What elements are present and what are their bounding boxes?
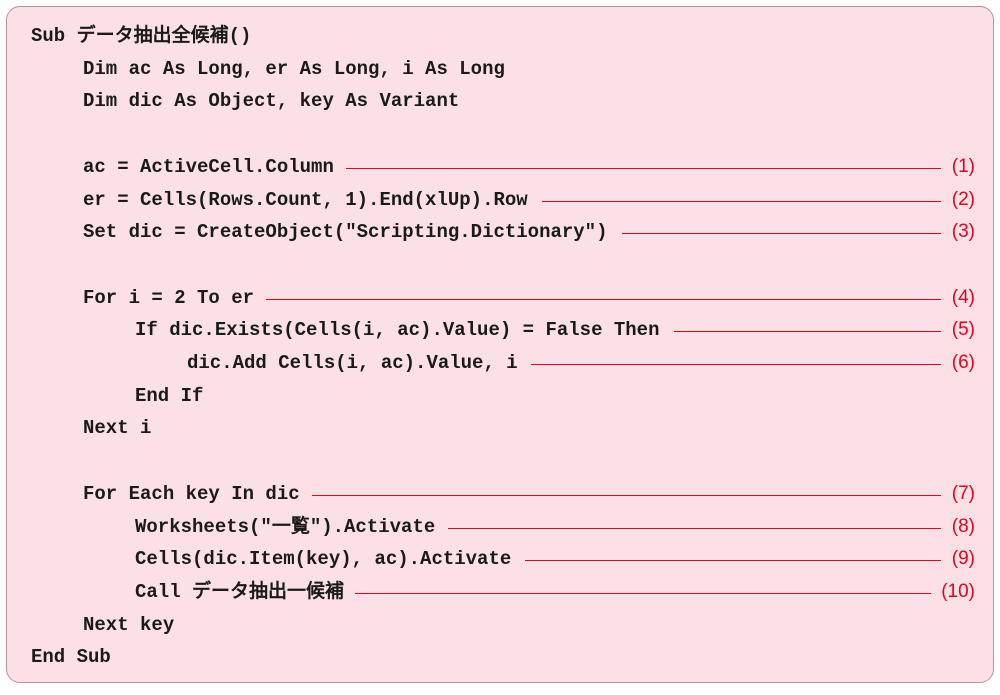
annotation-label: (7)	[952, 479, 975, 509]
code-text: Sub データ抽出全候補()	[31, 21, 251, 51]
code-line: Call データ抽出一候補 (10)	[7, 577, 993, 607]
code-text: For Each key In dic	[83, 479, 300, 509]
annotation-connector	[312, 495, 942, 496]
code-line: End If	[7, 381, 993, 411]
annotation-connector	[531, 364, 942, 365]
code-text: Cells(dic.Item(key), ac).Activate	[135, 544, 511, 574]
code-block: Sub データ抽出全候補()Dim ac As Long, er As Long…	[6, 6, 994, 683]
code-text: Next key	[83, 610, 174, 640]
annotation-label: (8)	[952, 512, 975, 542]
annotation-label: (6)	[952, 348, 975, 378]
code-line	[7, 446, 993, 476]
code-line	[7, 250, 993, 280]
annotation-connector	[266, 299, 942, 300]
code-line: ac = ActiveCell.Column (1)	[7, 152, 993, 182]
annotation-connector	[622, 233, 941, 234]
annotation-connector	[525, 560, 942, 561]
code-text: dic.Add Cells(i, ac).Value, i	[187, 348, 518, 378]
code-text: End If	[135, 381, 203, 411]
code-line: Worksheets("一覧").Activate (8)	[7, 512, 993, 542]
code-line: dic.Add Cells(i, ac).Value, i (6)	[7, 348, 993, 378]
code-text: Worksheets("一覧").Activate	[135, 512, 435, 542]
code-line: End Sub	[7, 642, 993, 672]
code-text: If dic.Exists(Cells(i, ac).Value) = Fals…	[135, 315, 660, 345]
code-line: Next i	[7, 413, 993, 443]
code-line: Next key	[7, 610, 993, 640]
annotation-connector	[674, 331, 941, 332]
annotation-label: (5)	[952, 315, 975, 345]
annotation-label: (4)	[952, 283, 975, 313]
annotation-label: (9)	[952, 544, 975, 574]
code-line: er = Cells(Rows.Count, 1).End(xlUp).Row (…	[7, 185, 993, 215]
code-text: Dim ac As Long, er As Long, i As Long	[83, 54, 505, 84]
annotation-label: (2)	[952, 185, 975, 215]
annotation-label: (1)	[952, 152, 975, 182]
annotation-connector	[355, 593, 932, 594]
code-text: Call データ抽出一候補	[135, 577, 344, 607]
annotation-connector	[448, 528, 942, 529]
code-line: Sub データ抽出全候補()	[7, 21, 993, 51]
code-line: Set dic = CreateObject("Scripting.Dictio…	[7, 217, 993, 247]
code-line: Dim ac As Long, er As Long, i As Long	[7, 54, 993, 84]
code-text: End Sub	[31, 642, 111, 672]
code-text: er = Cells(Rows.Count, 1).End(xlUp).Row	[83, 185, 528, 215]
code-text: For i = 2 To er	[83, 283, 254, 313]
annotation-connector	[346, 168, 941, 169]
code-line: For Each key In dic (7)	[7, 479, 993, 509]
code-line: If dic.Exists(Cells(i, ac).Value) = Fals…	[7, 315, 993, 345]
code-line: For i = 2 To er (4)	[7, 283, 993, 313]
code-line: Dim dic As Object, key As Variant	[7, 86, 993, 116]
code-text: Dim dic As Object, key As Variant	[83, 86, 459, 116]
code-text: Set dic = CreateObject("Scripting.Dictio…	[83, 217, 608, 247]
code-text: ac = ActiveCell.Column	[83, 152, 334, 182]
code-text: Next i	[83, 413, 151, 443]
annotation-label: (10)	[941, 577, 975, 607]
annotation-connector	[542, 201, 942, 202]
code-line: Cells(dic.Item(key), ac).Activate (9)	[7, 544, 993, 574]
annotation-label: (3)	[952, 217, 975, 247]
code-line	[7, 119, 993, 149]
